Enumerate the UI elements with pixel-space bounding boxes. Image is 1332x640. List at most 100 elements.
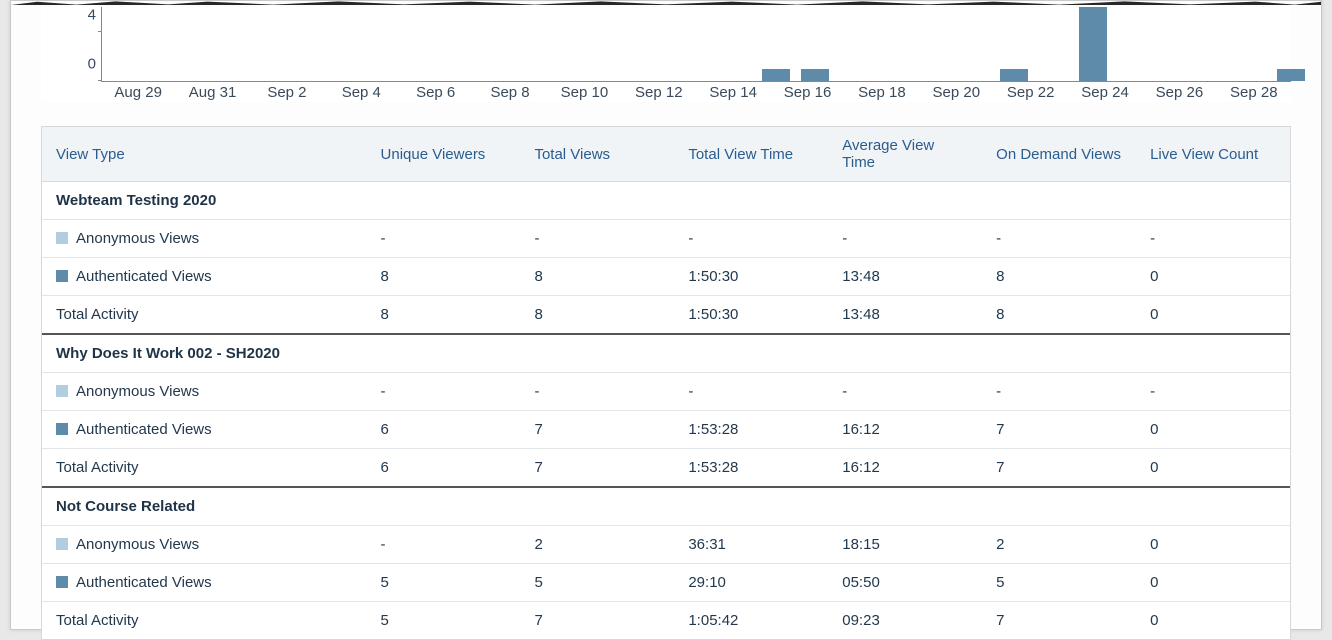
- cell: -: [828, 220, 982, 258]
- cell: -: [367, 526, 521, 564]
- cell: 18:15: [828, 526, 982, 564]
- cell: 16:12: [828, 411, 982, 449]
- row-label: Authenticated Views: [42, 564, 367, 602]
- table-row-total: Total Activity671:53:2816:1270: [42, 449, 1290, 488]
- cell: 29:10: [674, 564, 828, 602]
- table-row-anon: Anonymous Views------: [42, 373, 1290, 411]
- cell: 7: [520, 449, 674, 488]
- row-label: Total Activity: [42, 449, 367, 488]
- cell: 36:31: [674, 526, 828, 564]
- col-header[interactable]: Total Views: [520, 127, 674, 182]
- table-row-anon: Anonymous Views------: [42, 220, 1290, 258]
- row-label-text: Anonymous Views: [76, 536, 199, 553]
- chart-xlabel: Sep 14: [696, 82, 770, 102]
- row-label: Total Activity: [42, 296, 367, 335]
- row-label-text: Authenticated Views: [76, 268, 212, 285]
- col-header[interactable]: On Demand Views: [982, 127, 1136, 182]
- cell: -: [828, 373, 982, 411]
- col-header[interactable]: Total View Time: [674, 127, 828, 182]
- cell: -: [674, 220, 828, 258]
- chart-xlabel: Sep 2: [250, 82, 324, 102]
- chart-xlabel: Sep 16: [770, 82, 844, 102]
- cell: 8: [520, 296, 674, 335]
- table-row-total: Total Activity571:05:4209:2370: [42, 602, 1290, 640]
- row-label-text: Total Activity: [56, 612, 139, 629]
- cell: 7: [520, 602, 674, 640]
- table-row-anon: Anonymous Views-236:3118:1520: [42, 526, 1290, 564]
- cell: 7: [982, 449, 1136, 488]
- cell: 8: [520, 258, 674, 296]
- cell: -: [674, 373, 828, 411]
- cell: 7: [520, 411, 674, 449]
- chart-bar: [762, 69, 790, 81]
- section-title: Why Does It Work 002 - SH2020: [42, 334, 1290, 373]
- cell: 16:12: [828, 449, 982, 488]
- cell: 1:53:28: [674, 449, 828, 488]
- row-label: Authenticated Views: [42, 411, 367, 449]
- cell: 0: [1136, 296, 1290, 335]
- col-view-type[interactable]: View Type: [42, 127, 367, 182]
- row-label-text: Authenticated Views: [76, 421, 212, 438]
- cell: 09:23: [828, 602, 982, 640]
- chart-bar: [1277, 69, 1305, 81]
- cell: 8: [982, 296, 1136, 335]
- cell: -: [982, 373, 1136, 411]
- cell: 2: [982, 526, 1136, 564]
- cell: 0: [1136, 258, 1290, 296]
- views-bar-chart: 04 Aug 29Aug 31Sep 2Sep 4Sep 6Sep 8Sep 1…: [41, 7, 1291, 102]
- report-panel: 04 Aug 29Aug 31Sep 2Sep 4Sep 6Sep 8Sep 1…: [10, 0, 1322, 630]
- anon-swatch-icon: [56, 385, 68, 397]
- cell: 1:50:30: [674, 296, 828, 335]
- cell: -: [520, 373, 674, 411]
- chart-xlabel: Sep 18: [845, 82, 919, 102]
- chart-plot-area: 04: [101, 7, 1291, 82]
- cell: -: [1136, 373, 1290, 411]
- cell: 1:53:28: [674, 411, 828, 449]
- cell: -: [520, 220, 674, 258]
- cell: -: [367, 220, 521, 258]
- row-label-text: Total Activity: [56, 459, 139, 476]
- cell: -: [982, 220, 1136, 258]
- chart-bar: [1079, 7, 1107, 81]
- cell: 6: [367, 449, 521, 488]
- auth-swatch-icon: [56, 423, 68, 435]
- row-label-text: Anonymous Views: [76, 230, 199, 247]
- activity-table: View TypeUnique ViewersTotal ViewsTotal …: [41, 126, 1291, 640]
- cell: 1:05:42: [674, 602, 828, 640]
- cell: -: [1136, 220, 1290, 258]
- cell: 2: [520, 526, 674, 564]
- cell: 5: [520, 564, 674, 602]
- section-title: Webteam Testing 2020: [42, 182, 1290, 220]
- row-label: Authenticated Views: [42, 258, 367, 296]
- col-header[interactable]: Unique Viewers: [367, 127, 521, 182]
- chart-xlabel: Sep 26: [1142, 82, 1216, 102]
- auth-swatch-icon: [56, 270, 68, 282]
- cell: 8: [982, 258, 1136, 296]
- chart-ytick: 4: [88, 6, 102, 23]
- cell: 7: [982, 602, 1136, 640]
- row-label: Total Activity: [42, 602, 367, 640]
- row-label-text: Anonymous Views: [76, 383, 199, 400]
- cell: 5: [367, 602, 521, 640]
- chart-xlabel: Sep 10: [547, 82, 621, 102]
- anon-swatch-icon: [56, 232, 68, 244]
- chart-xlabel: Sep 8: [473, 82, 547, 102]
- auth-swatch-icon: [56, 576, 68, 588]
- row-label: Anonymous Views: [42, 526, 367, 564]
- anon-swatch-icon: [56, 538, 68, 550]
- cell: 05:50: [828, 564, 982, 602]
- chart-xlabel: Sep 28: [1217, 82, 1291, 102]
- col-header[interactable]: Live View Count: [1136, 127, 1290, 182]
- table-row-total: Total Activity881:50:3013:4880: [42, 296, 1290, 335]
- section-header: Why Does It Work 002 - SH2020: [42, 334, 1290, 373]
- cell: 1:50:30: [674, 258, 828, 296]
- chart-ytick: 0: [88, 56, 102, 73]
- section-header: Not Course Related: [42, 487, 1290, 526]
- cell: 13:48: [828, 258, 982, 296]
- cell: 5: [367, 564, 521, 602]
- row-label-text: Authenticated Views: [76, 574, 212, 591]
- table-row-auth: Authenticated Views881:50:3013:4880: [42, 258, 1290, 296]
- col-header[interactable]: Average View Time: [828, 127, 982, 182]
- row-label-text: Total Activity: [56, 306, 139, 323]
- row-label: Anonymous Views: [42, 220, 367, 258]
